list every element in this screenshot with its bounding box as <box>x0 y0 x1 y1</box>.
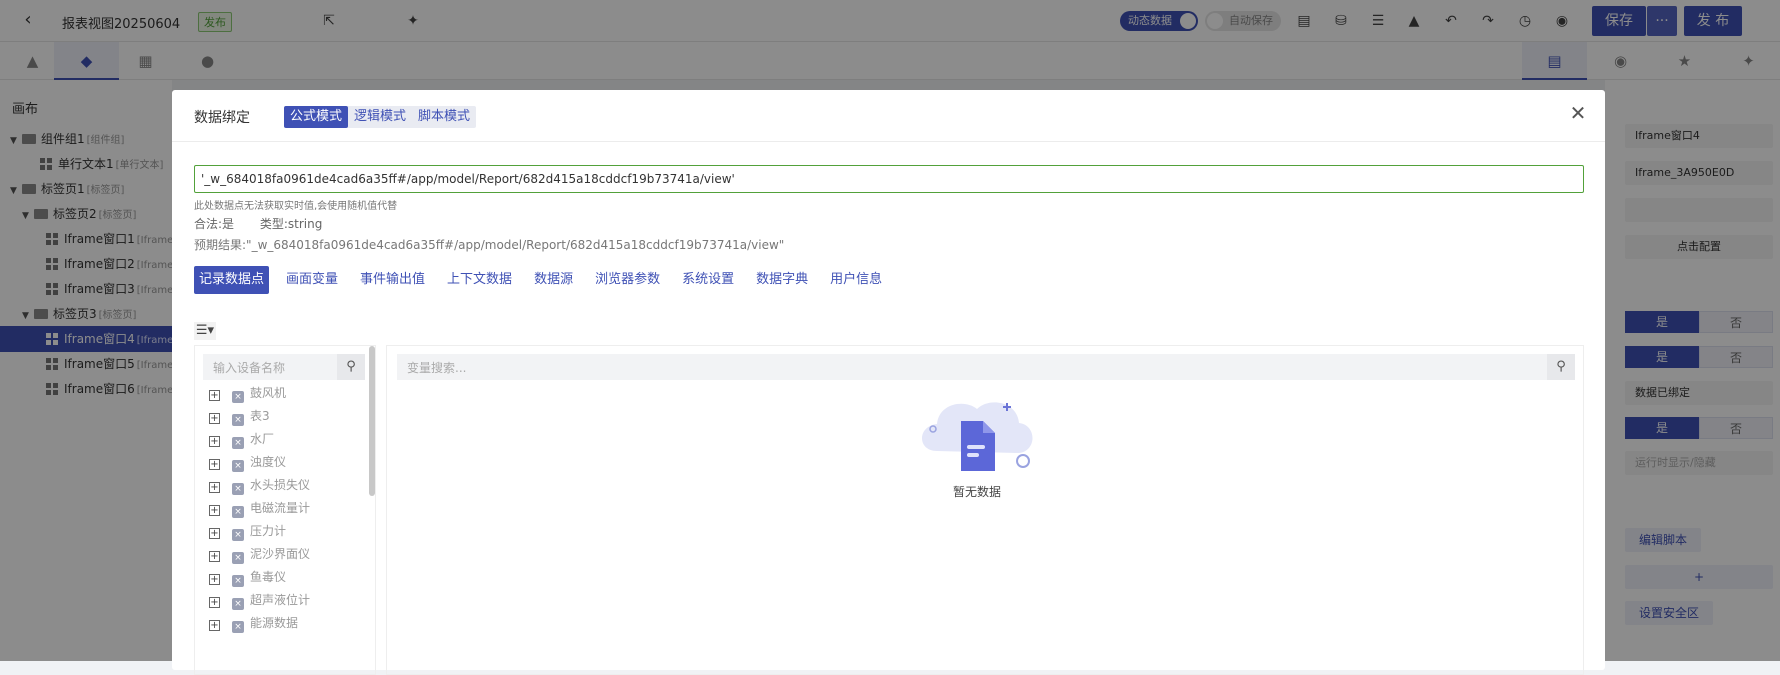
device-icon: × <box>232 552 244 564</box>
mode-switch: 公式模式 逻辑模式 脚本模式 <box>284 106 477 128</box>
expand-icon[interactable]: + <box>209 505 220 516</box>
device-tree: 输入设备名称 ⚲ + × 鼓风机 + × 表3 + × 水厂 + × 浊度仪 + × 水头损失仪 +… <box>194 345 376 675</box>
device-label: 鱼毒仪 <box>250 570 287 584</box>
search-icon[interactable]: ⚲ <box>1547 354 1575 380</box>
device-item[interactable]: + × 电磁流量计 <box>209 497 310 519</box>
device-label: 水头损失仪 <box>250 478 311 492</box>
tab-data-source[interactable]: 数据源 <box>529 266 578 294</box>
value-type: 类型:string <box>259 217 323 231</box>
expand-icon[interactable]: + <box>209 390 220 401</box>
device-icon: × <box>232 437 244 449</box>
expected-result: 预期结果:"_w_684018fa0961de4cad6a35ff#/app/m… <box>194 238 785 252</box>
device-icon: × <box>232 483 244 495</box>
empty-document-icon <box>922 402 1033 471</box>
data-binding-dialog: 数据绑定 公式模式 逻辑模式 脚本模式 ✕ '_w_684018fa0961de… <box>172 90 1605 675</box>
device-item[interactable]: + × 鱼毒仪 <box>209 566 286 588</box>
variable-panel: 变量搜索... ⚲ 暂无数据 <box>386 345 1584 675</box>
formula-input[interactable]: '_w_684018fa0961de4cad6a35ff#/app/model/… <box>194 165 1584 193</box>
device-item[interactable]: + × 压力计 <box>209 520 286 542</box>
device-label: 电磁流量计 <box>250 501 311 515</box>
scrollbar[interactable] <box>369 346 375 496</box>
device-icon: × <box>232 460 244 472</box>
search-icon[interactable]: ⚲ <box>337 354 365 380</box>
device-icon: × <box>232 621 244 633</box>
expand-icon[interactable]: + <box>209 459 220 470</box>
expand-icon[interactable]: + <box>209 551 220 562</box>
device-item[interactable]: + × 表3 <box>209 405 270 427</box>
expand-icon[interactable]: + <box>209 597 220 608</box>
device-icon: × <box>232 391 244 403</box>
device-item[interactable]: + × 泥沙界面仪 <box>209 543 310 565</box>
dialog-title: 数据绑定 <box>194 110 250 126</box>
device-icon: × <box>232 414 244 426</box>
mode-script-tab[interactable]: 脚本模式 <box>412 106 476 128</box>
formula-info: 合法:是 类型:string <box>194 215 344 232</box>
valid-status: 合法:是 <box>194 217 235 231</box>
device-label: 浊度仪 <box>250 455 287 469</box>
expand-icon[interactable]: + <box>209 413 220 424</box>
device-item[interactable]: + × 鼓风机 <box>209 382 286 404</box>
tab-system-settings[interactable]: 系统设置 <box>677 266 739 294</box>
formula-hint: 此处数据点无法获取实时值,会使用随机值代替 <box>194 201 398 212</box>
tab-event-output[interactable]: 事件输出值 <box>355 266 430 294</box>
expand-icon[interactable]: + <box>209 528 220 539</box>
empty-state-text: 暂无数据 <box>952 485 1001 499</box>
variable-search[interactable]: 变量搜索... ⚲ <box>397 354 1575 380</box>
variable-search-input[interactable]: 变量搜索... <box>407 359 466 376</box>
device-search[interactable]: 输入设备名称 ⚲ <box>203 354 365 380</box>
expand-icon[interactable]: + <box>209 620 220 631</box>
device-icon: × <box>232 598 244 610</box>
dialog-divider <box>172 141 1605 142</box>
tab-data-dictionary[interactable]: 数据字典 <box>751 266 813 294</box>
empty-state: 暂无数据 <box>907 391 1047 501</box>
device-label: 压力计 <box>250 524 287 538</box>
device-icon: × <box>232 506 244 518</box>
device-label: 泥沙界面仪 <box>250 547 311 561</box>
tab-context-data[interactable]: 上下文数据 <box>442 266 517 294</box>
close-icon[interactable]: ✕ <box>1567 102 1589 124</box>
tab-record-points[interactable]: 记录数据点 <box>194 266 270 294</box>
device-label: 超声液位计 <box>250 593 311 607</box>
device-label: 水厂 <box>250 432 275 446</box>
device-label: 鼓风机 <box>250 386 287 400</box>
source-category-tabs: 记录数据点 画面变量 事件输出值 上下文数据 数据源 浏览器参数 系统设置 数据… <box>194 266 899 294</box>
device-item[interactable]: + × 超声液位计 <box>209 589 310 611</box>
device-item[interactable]: + × 浊度仪 <box>209 451 286 473</box>
list-view-icon[interactable]: ☰▾ <box>194 322 216 340</box>
device-icon: × <box>232 529 244 541</box>
device-label: 表3 <box>250 409 270 423</box>
mode-logic-tab[interactable]: 逻辑模式 <box>348 106 412 128</box>
tab-user-info[interactable]: 用户信息 <box>825 266 887 294</box>
device-search-input[interactable]: 输入设备名称 <box>213 359 285 376</box>
device-icon: × <box>232 575 244 587</box>
device-item[interactable]: + × 水头损失仪 <box>209 474 310 496</box>
mode-formula-tab[interactable]: 公式模式 <box>284 106 349 128</box>
device-label: 能源数据 <box>250 616 299 630</box>
tab-screen-variables[interactable]: 画面变量 <box>281 266 343 294</box>
expand-icon[interactable]: + <box>209 436 220 447</box>
expand-icon[interactable]: + <box>209 574 220 585</box>
device-item[interactable]: + × 能源数据 <box>209 612 298 634</box>
device-item[interactable]: + × 水厂 <box>209 428 274 450</box>
expand-icon[interactable]: + <box>209 482 220 493</box>
tab-browser-params[interactable]: 浏览器参数 <box>590 266 665 294</box>
